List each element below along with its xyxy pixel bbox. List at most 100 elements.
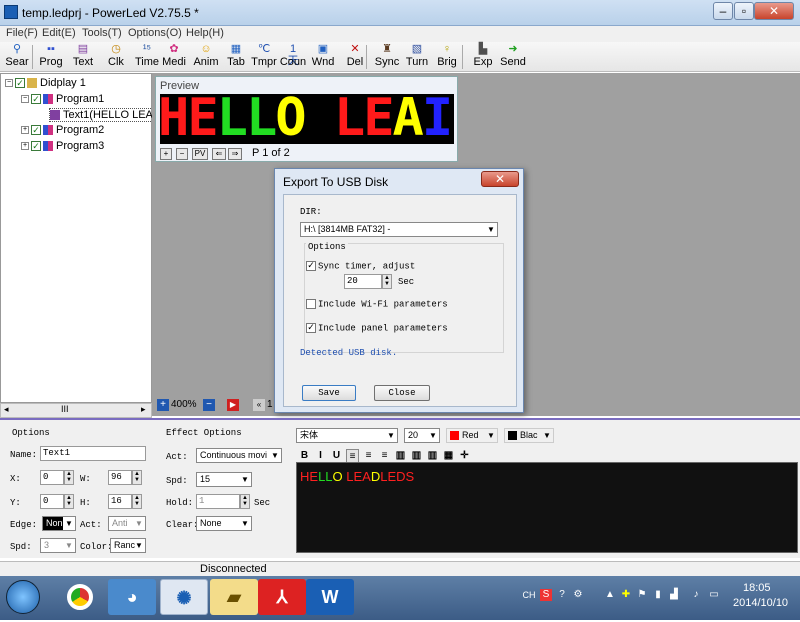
first-page-icon[interactable]: « [253,399,265,411]
align-left-button[interactable]: ≡ [346,449,359,463]
editor-text[interactable]: HELLO LEADLEDS [300,469,414,484]
start-button[interactable] [6,580,40,614]
text-editor[interactable]: HELLO LEADLEDS [296,462,798,553]
h-spinner[interactable]: ▲ ▼ [132,494,142,509]
effect-spd-select[interactable]: 15 ▼ [196,472,252,487]
tray-signal-icon[interactable]: ▟ [668,589,680,601]
preview-zoom-in-button[interactable]: + [160,148,172,160]
menu-edit[interactable]: Edit(E) [42,27,76,39]
valign-top-button[interactable]: ▥ [394,449,407,463]
effect-act-select[interactable]: Continuous movi ▼ [196,448,282,463]
x-spinner[interactable]: ▲ ▼ [64,470,74,485]
size-select[interactable]: 20 ▼ [404,428,440,443]
scroll-right-icon[interactable]: ▸ [141,404,146,415]
scroll-left-icon[interactable]: ◂ [4,404,9,415]
tree-program2[interactable]: + ✓ Program2 [21,124,104,136]
toolbar-clk-button[interactable]: ◷ Clk [99,43,133,71]
menu-file[interactable]: File(F) [6,27,38,39]
taskbar-word-icon[interactable]: W [306,579,354,615]
taskbar-powerled-icon[interactable]: ✺ [160,579,208,615]
scroll-thumb[interactable]: III [61,404,69,414]
toolbar-anim-button[interactable]: ☺ Anim [189,43,223,71]
clear-select[interactable]: None ▼ [196,516,252,531]
tray-flag-icon[interactable]: ⚑ [636,589,648,601]
tray-up-icon[interactable]: ▲ [604,589,616,601]
toolbar-sync-button[interactable]: ♜ Sync [370,43,404,71]
font-select[interactable]: 宋体 ▼ [296,428,398,443]
dialog-close-button[interactable]: ✕ [481,171,519,187]
menu-options[interactable]: Options(O) [128,27,182,39]
minimize-button[interactable]: – [713,2,733,20]
spd-select[interactable]: 3 ▼ [40,538,76,553]
tree-program3[interactable]: + ✓ Program3 [21,140,104,152]
close-button[interactable]: ✕ [754,2,794,20]
x-input[interactable]: 0 [40,470,64,485]
play-icon[interactable]: ▶ [227,399,239,411]
sync-timer-checkbox[interactable]: ✓ Sync timer, adjust [306,261,415,271]
move-button[interactable]: ✛ [458,449,471,463]
tray-volume-icon[interactable]: ♪ [690,589,702,601]
taskbar-folder-icon[interactable]: ▰ [210,579,258,615]
toolbar-coun-button[interactable]: 1天 Coun [276,43,310,71]
language-indicator[interactable]: CH [520,589,538,601]
h-input[interactable]: 16 [108,494,132,509]
tray-help-icon[interactable]: ? [556,589,568,601]
toolbar-wnd-button[interactable]: ▣ Wnd [306,43,340,71]
taskbar-pdf-icon[interactable]: ⅄ [258,579,306,615]
underline-button[interactable]: U [330,449,343,463]
toolbar-sear-button[interactable]: ⚲ Sear [0,43,34,71]
zoom-in-icon[interactable]: + [157,399,169,411]
toolbar-send-button[interactable]: ➜ Send [496,43,530,71]
tray-battery-icon[interactable]: ▭ [708,589,720,601]
toolbar-brig-button[interactable]: ♀ Brig [430,43,464,71]
wifi-checkbox[interactable]: Include Wi-Fi parameters [306,299,448,309]
menu-tools[interactable]: Tools(T) [82,27,122,39]
panel-params-checkbox[interactable]: ✓ Include panel parameters [306,323,448,333]
toolbar-text-button[interactable]: ▤ Text [66,43,100,71]
maximize-button[interactable]: ▫ [734,2,754,20]
name-input[interactable]: Text1 [40,446,146,461]
grid-button[interactable]: ▦ [442,449,455,463]
hold-spinner[interactable]: ▲ ▼ [240,494,250,509]
clock-time[interactable]: 18:05 [743,582,771,594]
close-dialog-button[interactable]: Close [374,385,430,401]
italic-button[interactable]: I [314,449,327,463]
toolbar-prog-button[interactable]: ▪▪ Prog [34,43,68,71]
preview-pv-button[interactable]: PV [192,148,208,160]
valign-middle-button[interactable]: ▥ [410,449,423,463]
sync-timer-input[interactable]: 20 [344,274,382,289]
edge-select[interactable]: Non ▼ [42,516,76,531]
menu-help[interactable]: Help(H) [186,27,224,39]
bg-color-select[interactable]: Blac ▼ [504,428,554,443]
tree-text1[interactable]: Text1(HELLO LEADI [49,108,167,122]
hold-input[interactable]: 1 [196,494,240,509]
act-select[interactable]: Anti ▼ [108,516,146,531]
toolbar-medi-button[interactable]: ✿ Medi [157,43,191,71]
preview-next-button[interactable]: ⇒ [228,148,242,160]
valign-bottom-button[interactable]: ▥ [426,449,439,463]
dir-select[interactable]: H:\ [3814MB FAT32] - ▼ [300,222,498,237]
clock-date[interactable]: 2014/10/10 [733,597,788,609]
save-button[interactable]: Save [302,385,356,401]
toolbar-exp-button[interactable]: ▙ Exp [466,43,500,71]
color-select[interactable]: Ranc ▼ [110,538,146,553]
preview-zoom-out-button[interactable]: − [176,148,188,160]
align-right-button[interactable]: ≡ [378,449,391,463]
sync-timer-spinner[interactable]: ▲ ▼ [382,274,392,289]
taskbar-chrome-icon[interactable] [56,579,104,615]
tray-settings-icon[interactable]: ⚙ [572,589,584,601]
w-spinner[interactable]: ▲ ▼ [132,470,142,485]
tree-hscrollbar[interactable]: ◂ III ▸ [0,403,152,418]
tree-program1[interactable]: − ✓ Program1 [21,93,104,105]
toolbar-turn-button[interactable]: ▧ Turn [400,43,434,71]
y-input[interactable]: 0 [40,494,64,509]
bold-button[interactable]: B [298,449,311,463]
taskbar-qq-icon[interactable]: ◕ [108,579,156,615]
zoom-out-icon[interactable]: − [203,399,215,411]
tree-display[interactable]: − ✓ Didplay 1 [5,77,86,89]
align-center-button[interactable]: ≡ [362,449,375,463]
y-spinner[interactable]: ▲ ▼ [64,494,74,509]
tray-security-icon[interactable]: ✚ [620,589,632,601]
tray-network-icon[interactable]: ▮ [652,589,664,601]
w-input[interactable]: 96 [108,470,132,485]
